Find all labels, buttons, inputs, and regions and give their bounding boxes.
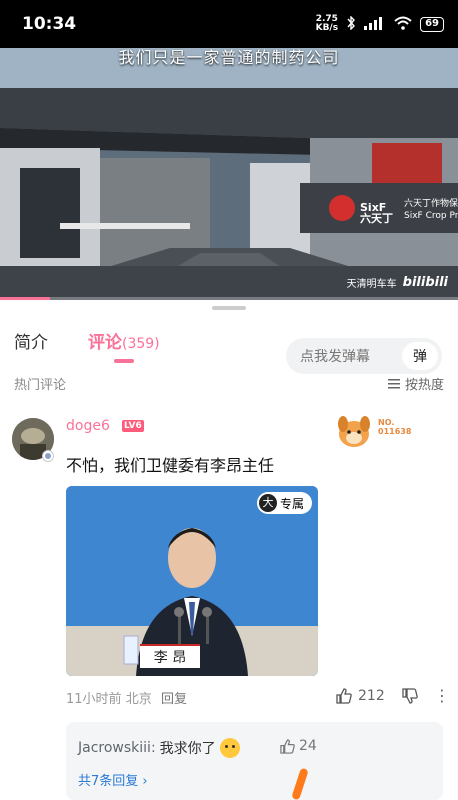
name-plate: 李 昂 [140,644,200,668]
dog-mascot-icon [338,416,370,447]
sort-button[interactable]: 按热度 [387,374,444,393]
like-button[interactable]: 212 [336,688,385,704]
sign-text-cn: 六天丁作物保 [404,199,458,209]
comments-sheet: 简介 评论(359) 点我发弹幕 弹 热门评论 按热度 doge6 LV6 NO… [0,300,458,800]
tab-bar: 简介 评论(359) 点我发弹幕 弹 [0,320,458,374]
watermark-channel: 天清明车车 [346,279,397,290]
view-all-replies-link[interactable]: 共7条回复 › [78,770,148,789]
comment-meta: 11小时前 北京 回复 212 ⋮ [66,686,450,708]
video-watermark: 天清明车车 bilibili [347,275,448,290]
comment-username[interactable]: doge6 [66,418,110,434]
sort-icon [387,378,400,388]
hot-comments-label: 热门评论 [14,378,67,393]
sign-text: 六天丁作物保 SixF Crop Pro [404,198,458,222]
thumbs-up-icon [280,738,295,754]
tab-comments-label: 评论 [88,333,122,353]
thumbs-up-icon [336,688,352,704]
drag-handle[interactable] [212,306,246,310]
net-speed-unit: KB/s [315,23,339,33]
wifi-icon [394,16,412,33]
comment-time: 11小时前 [66,692,122,707]
bilibili-logo: bilibili [402,275,448,290]
tab-intro[interactable]: 简介 [14,328,48,353]
fan-number: NO. 011638 [378,418,411,436]
tab-comments[interactable]: 评论(359) [88,328,160,353]
net-speed: 2.75 KB/s [316,15,338,33]
exclusive-badge-label: 专属 [279,496,304,511]
thumbs-down-icon [402,688,418,704]
crying-emoji-icon [219,738,240,758]
battery-icon: 69 [420,16,444,32]
level-badge: LV6 [122,420,144,432]
status-time: 10:34 [22,14,77,34]
subreply-item: Jacrowskiii: 我求你了 [78,738,240,758]
subreply-text: 我求你了 [159,741,216,757]
status-icons: 2.75 KB/s 69 [316,15,444,33]
vip-badge-icon [42,450,54,462]
exclusive-badge: 大 专属 [256,492,312,514]
tab-active-indicator [114,359,134,363]
danmaku-icon: 弹 [413,349,427,365]
danmaku-toggle-button[interactable]: 弹 [402,342,438,370]
comment-time-location: 11小时前 北京 [66,688,152,707]
subreply-like-button[interactable]: 24 [280,738,317,754]
more-options-icon[interactable]: ⋮ [434,686,450,705]
danmaku-input[interactable]: 点我发弹幕 弹 [286,338,442,374]
status-bar: 10:34 2.75 KB/s 69 [0,0,458,48]
exclusive-badge-icon: 大 [258,494,277,512]
sign-brand: SixF 六天丁 [360,202,393,224]
bluetooth-icon [346,14,356,33]
video-player[interactable]: 我们只是一家普通的制药公司 SixF 六天丁 六天丁作物保 SixF Crop … [0,48,458,300]
reply-button[interactable]: 回复 [161,688,187,707]
subreply-username[interactable]: Jacrowskiii: [78,740,156,756]
signal-icon [364,16,386,33]
sort-label: 按热度 [404,378,444,393]
dislike-button[interactable] [402,688,418,708]
subreplies-box[interactable]: Jacrowskiii: 我求你了 24 共7条回复 › [66,722,443,800]
sign-text-en: SixF Crop Pro [404,211,458,221]
fan-decoration[interactable]: NO. 011638 [334,412,444,456]
like-count: 212 [358,688,385,704]
comments-header: 热门评论 按热度 [14,374,444,394]
subreply-like-count: 24 [299,738,317,754]
tab-comments-count: (359) [122,336,160,352]
comment-image[interactable]: 大 专属 李 昂 [66,486,318,676]
comment-location: 北京 [125,692,152,707]
comment-text: 不怕，我们卫健委有李昂主任 [66,456,275,475]
fan-number-label: NO. [378,418,395,427]
video-frame [0,48,458,300]
video-subtitle: 我们只是一家普通的制药公司 [118,48,340,67]
fan-number-value: 011638 [378,427,412,436]
sign-brand-cn: 六天丁 [360,212,393,225]
danmaku-placeholder: 点我发弹幕 [300,349,370,365]
